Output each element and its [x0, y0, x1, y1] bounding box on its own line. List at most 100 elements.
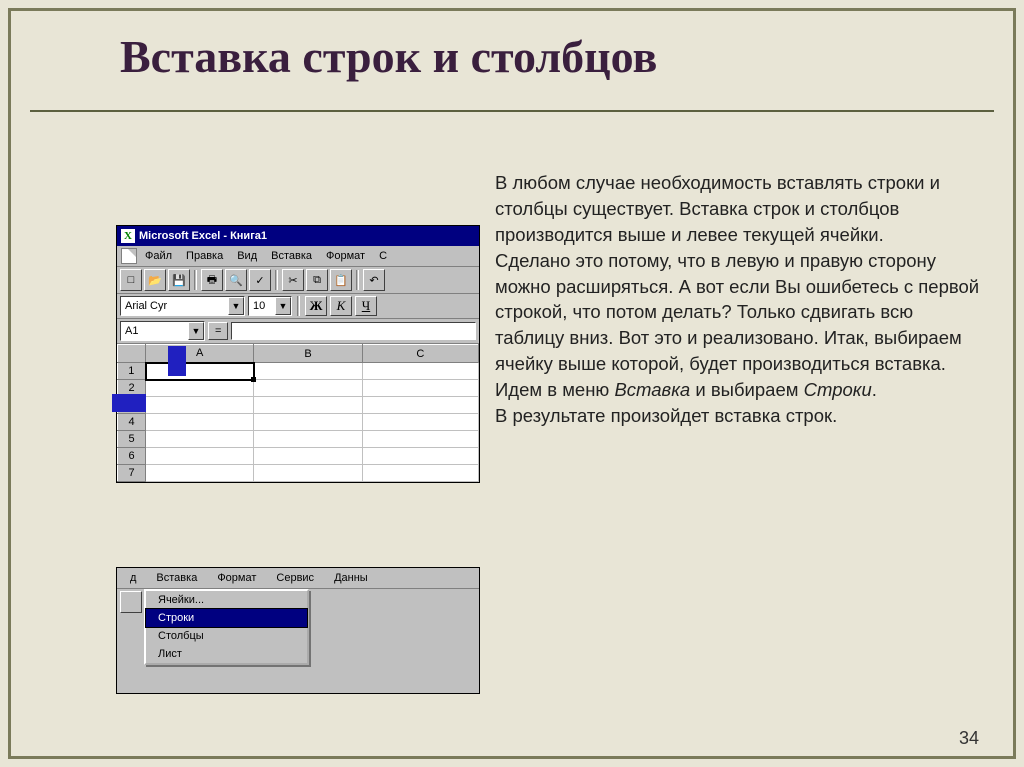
- row-header[interactable]: 1: [118, 363, 146, 380]
- menu-file[interactable]: Файл: [139, 249, 178, 263]
- font-name-value: Arial Cyr: [125, 300, 167, 312]
- cell-a1[interactable]: [146, 363, 254, 380]
- font-size-value: 10: [253, 300, 265, 312]
- page-number: 34: [959, 728, 979, 749]
- paste-button[interactable]: 📋: [330, 269, 352, 291]
- menu-service[interactable]: Сервис: [266, 570, 324, 586]
- print-icon: 🖶: [207, 271, 217, 290]
- underline-button[interactable]: Ч: [355, 296, 377, 316]
- cell[interactable]: [254, 363, 362, 380]
- cell[interactable]: [146, 380, 254, 397]
- bold-button[interactable]: Ж: [305, 296, 327, 316]
- toolbar-2: Ячейки... Строки Столбцы Лист: [117, 589, 479, 615]
- title-rule: [30, 110, 994, 112]
- spell-button[interactable]: ✓: [249, 269, 271, 291]
- new-button[interactable]: □: [120, 269, 142, 291]
- save-button[interactable]: 💾: [168, 269, 190, 291]
- col-header-c[interactable]: C: [362, 345, 478, 363]
- chevron-down-icon: ▼: [228, 297, 244, 315]
- para-3e: .: [872, 379, 877, 400]
- formula-bar-row: A1 ▼ =: [117, 319, 479, 343]
- document-icon: [121, 248, 137, 264]
- cell[interactable]: [362, 431, 478, 448]
- excel-icon: X: [121, 229, 135, 243]
- formula-input[interactable]: [231, 322, 476, 340]
- cell[interactable]: [254, 397, 362, 414]
- cell[interactable]: [254, 448, 362, 465]
- para-1: В любом случае необходимость вставлять с…: [495, 172, 940, 245]
- para-4: В результате произойдет вставка строк.: [495, 405, 837, 426]
- toolbar-sep: [275, 270, 278, 290]
- name-box[interactable]: A1 ▼: [120, 321, 205, 341]
- cut-button[interactable]: ✂: [282, 269, 304, 291]
- dd-rows[interactable]: Строки: [145, 608, 308, 628]
- row-header[interactable]: 5: [118, 431, 146, 448]
- save-icon: 💾: [172, 274, 186, 287]
- chevron-down-icon: ▼: [275, 297, 291, 315]
- cell[interactable]: [362, 380, 478, 397]
- font-name-combo[interactable]: Arial Cyr ▼: [120, 296, 245, 316]
- menu-view[interactable]: Вид: [231, 249, 263, 263]
- row-header[interactable]: 7: [118, 465, 146, 482]
- titlebar: X Microsoft Excel - Книга1: [117, 226, 479, 246]
- cell[interactable]: [146, 431, 254, 448]
- para-2: Сделано это потому, что в левую и правую…: [495, 250, 979, 375]
- name-box-value: A1: [125, 325, 138, 337]
- menubar-2: д Вставка Формат Сервис Данны: [117, 568, 479, 589]
- print-button[interactable]: 🖶: [201, 269, 223, 291]
- toolbar-sep: [356, 270, 359, 290]
- dd-cells[interactable]: Ячейки...: [146, 591, 307, 609]
- preview-button[interactable]: 🔍: [225, 269, 247, 291]
- italic-button[interactable]: К: [330, 296, 352, 316]
- menu-insert[interactable]: Вставка: [265, 249, 318, 263]
- menu-fragment[interactable]: д: [120, 570, 146, 586]
- row-header[interactable]: 4: [118, 414, 146, 431]
- menu-edit[interactable]: Правка: [180, 249, 229, 263]
- menu-insert-open[interactable]: Вставка: [146, 570, 207, 586]
- spell-icon: ✓: [255, 274, 264, 287]
- menubar: Файл Правка Вид Вставка Формат С: [117, 246, 479, 267]
- menu-data[interactable]: Данны: [324, 570, 378, 586]
- cell[interactable]: [146, 465, 254, 482]
- para-3a: Идем в меню: [495, 379, 614, 400]
- toolbar-button[interactable]: [120, 591, 142, 613]
- body-text: В любом случае необходимость вставлять с…: [495, 170, 985, 429]
- toolbar-sep: [297, 296, 300, 316]
- font-size-combo[interactable]: 10 ▼: [248, 296, 292, 316]
- para-3b: Вставка: [614, 379, 690, 400]
- row-header[interactable]: 6: [118, 448, 146, 465]
- open-button[interactable]: 📂: [144, 269, 166, 291]
- cell[interactable]: [362, 397, 478, 414]
- undo-button[interactable]: ↶: [363, 269, 385, 291]
- open-icon: 📂: [148, 274, 162, 287]
- cell[interactable]: [254, 414, 362, 431]
- cell[interactable]: [146, 397, 254, 414]
- preview-icon: 🔍: [229, 274, 243, 287]
- col-header-b[interactable]: B: [254, 345, 362, 363]
- paste-icon: 📋: [334, 274, 348, 287]
- toolbar-standard: □ 📂 💾 🖶 🔍 ✓ ✂ ⧉ 📋 ↶: [117, 267, 479, 294]
- titlebar-text: Microsoft Excel - Книга1: [139, 230, 267, 242]
- dd-sheet[interactable]: Лист: [146, 645, 307, 663]
- col-header-a[interactable]: A: [146, 345, 254, 363]
- menu-format[interactable]: Формат: [320, 249, 371, 263]
- cell[interactable]: [254, 380, 362, 397]
- copy-button[interactable]: ⧉: [306, 269, 328, 291]
- cell[interactable]: [254, 465, 362, 482]
- menu-format-2[interactable]: Формат: [207, 570, 266, 586]
- cell[interactable]: [362, 448, 478, 465]
- select-all-corner[interactable]: [118, 345, 146, 363]
- para-3d: Строки: [804, 379, 872, 400]
- cell[interactable]: [146, 414, 254, 431]
- equals-label: =: [208, 322, 228, 340]
- cell[interactable]: [362, 363, 478, 380]
- menu-more[interactable]: С: [373, 249, 393, 263]
- dd-cols[interactable]: Столбцы: [146, 627, 307, 645]
- insert-indicator-vertical: [168, 346, 186, 376]
- cell[interactable]: [362, 414, 478, 431]
- cell[interactable]: [146, 448, 254, 465]
- cell[interactable]: [254, 431, 362, 448]
- new-icon: □: [128, 274, 135, 286]
- cell[interactable]: [362, 465, 478, 482]
- slide-title: Вставка строк и столбцов: [120, 30, 657, 83]
